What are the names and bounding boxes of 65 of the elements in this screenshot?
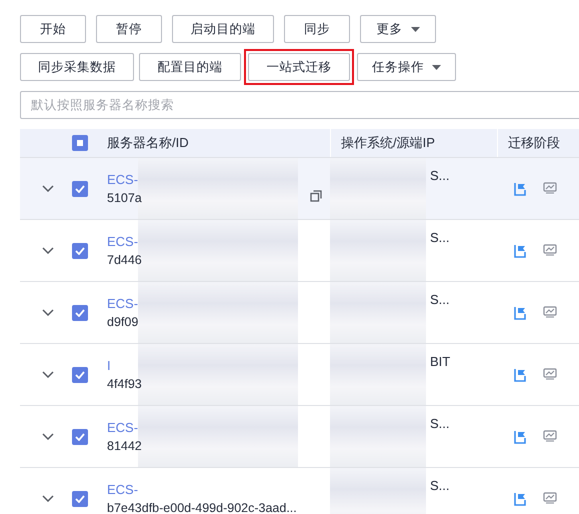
copy-icon[interactable] (310, 190, 322, 202)
os-text: BIT (430, 354, 450, 371)
chevron-down-icon[interactable] (42, 185, 54, 192)
os-text: S... (430, 416, 450, 433)
table-row[interactable]: I 4f4f93 BIT (20, 343, 579, 405)
check-icon (75, 184, 85, 192)
monitor-icon[interactable] (543, 244, 557, 256)
server-id: b7e43dfb-e00d-499d-902c-3aad... (107, 501, 297, 514)
monitor-icon[interactable] (543, 430, 557, 442)
check-icon (75, 432, 85, 440)
server-name-link[interactable]: I (107, 358, 138, 373)
chevron-down-icon[interactable] (42, 433, 54, 440)
server-name-link[interactable]: ECS- (107, 420, 138, 435)
row-checkbox[interactable] (72, 304, 88, 320)
monitor-icon[interactable] (543, 182, 557, 194)
row-checkbox[interactable] (72, 366, 88, 382)
row-checkbox[interactable] (72, 490, 88, 506)
row-checkbox[interactable] (72, 242, 88, 258)
flag-icon[interactable] (513, 430, 527, 444)
os-text: S... (430, 168, 450, 185)
chevron-down-icon[interactable] (42, 247, 54, 254)
monitor-icon[interactable] (543, 368, 557, 380)
select-all-checkbox[interactable] (72, 135, 88, 151)
toolbar-button[interactable]: 配置目的端 (139, 53, 241, 81)
flag-icon[interactable] (513, 306, 527, 320)
os-text: S... (430, 292, 450, 309)
server-name-link[interactable]: ECS- (107, 482, 297, 497)
toolbar-button[interactable]: 同步采集数据 (20, 53, 134, 81)
toolbar-button[interactable]: 一站式迁移 (248, 53, 350, 81)
toolbar-button[interactable]: 同步 (284, 15, 350, 43)
row-checkbox[interactable] (72, 180, 88, 196)
server-name-link[interactable]: ECS- (107, 234, 138, 249)
row-checkbox[interactable] (72, 428, 88, 444)
search-field[interactable]: 默认按照服务器名称搜索 (20, 91, 579, 119)
check-icon (75, 370, 85, 378)
monitor-icon[interactable] (543, 492, 557, 504)
server-id: d9f09 (107, 315, 138, 329)
os-text: S... (430, 478, 450, 495)
dropdown-button[interactable]: 更多 (360, 15, 436, 43)
check-icon (75, 308, 85, 316)
flag-icon[interactable] (513, 182, 527, 196)
chevron-down-icon[interactable] (42, 495, 54, 502)
table-row[interactable]: ECS- 81442 S... (20, 405, 579, 467)
toolbar-button[interactable]: 启动目的端 (172, 15, 274, 43)
table-row[interactable]: ECS- d9f09 S... (20, 281, 579, 343)
caret-icon (432, 64, 441, 70)
check-icon (75, 494, 85, 502)
flag-icon[interactable] (513, 244, 527, 258)
toolbar-button[interactable]: 暂停 (96, 15, 162, 43)
server-name-link[interactable]: ECS- (107, 172, 138, 187)
server-name-link[interactable]: ECS- (107, 296, 138, 311)
table-row[interactable]: ECS- 7d446 S... (20, 219, 579, 281)
table-row[interactable]: ECS- 5107a S... (20, 157, 579, 219)
flag-icon[interactable] (513, 368, 527, 382)
flag-icon[interactable] (513, 492, 527, 506)
toolbar-button[interactable]: 开始 (20, 15, 86, 43)
table-row[interactable]: ECS- b7e43dfb-e00d-499d-902c-3aad... S... (20, 467, 579, 514)
os-text: S... (430, 230, 450, 247)
check-icon (75, 246, 85, 254)
dropdown-button[interactable]: 任务操作 (357, 53, 456, 81)
column-header: 服务器名称/ID (107, 134, 190, 152)
chevron-down-icon[interactable] (42, 309, 54, 316)
monitor-icon[interactable] (543, 306, 557, 318)
caret-icon (410, 26, 420, 32)
chevron-down-icon[interactable] (42, 371, 54, 378)
